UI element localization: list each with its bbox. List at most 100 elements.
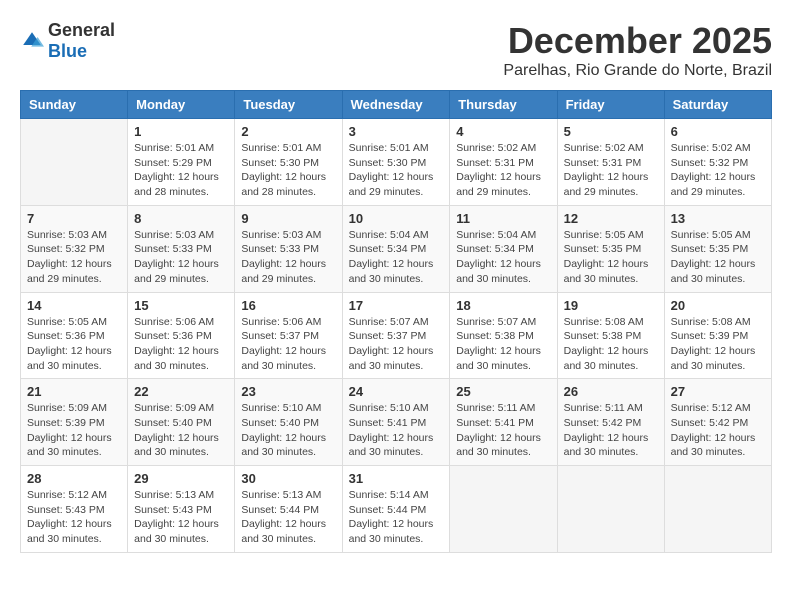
calendar-cell: 20 Sunrise: 5:08 AM Sunset: 5:39 PM Dayli… xyxy=(664,292,771,379)
day-info: Sunrise: 5:11 AM Sunset: 5:42 PM Dayligh… xyxy=(564,401,658,460)
calendar-body: 1Sunrise: 5:01 AM Sunset: 5:29 PM Daylig… xyxy=(21,119,772,553)
day-number: 7 xyxy=(27,211,121,226)
calendar-cell: 10 Sunrise: 5:04 AM Sunset: 5:34 PM Dayli… xyxy=(342,205,450,292)
day-info: Sunrise: 5:09 AM Sunset: 5:40 PM Dayligh… xyxy=(134,401,228,460)
calendar-cell: 27Sunrise: 5:12 AM Sunset: 5:42 PM Dayli… xyxy=(664,379,771,466)
calendar-cell: 18Sunrise: 5:07 AM Sunset: 5:38 PM Dayli… xyxy=(450,292,557,379)
calendar-table: SundayMondayTuesdayWednesdayThursdayFrid… xyxy=(20,90,772,553)
calendar-week-5: 28Sunrise: 5:12 AM Sunset: 5:43 PM Dayli… xyxy=(21,466,772,553)
day-number: 20 xyxy=(671,298,765,313)
day-info: Sunrise: 5:12 AM Sunset: 5:42 PM Dayligh… xyxy=(671,401,765,460)
calendar-cell: 6 Sunrise: 5:02 AM Sunset: 5:32 PM Daylig… xyxy=(664,119,771,206)
calendar-cell: 26 Sunrise: 5:11 AM Sunset: 5:42 PM Dayli… xyxy=(557,379,664,466)
day-number: 25 xyxy=(456,384,550,399)
calendar-cell: 22 Sunrise: 5:09 AM Sunset: 5:40 PM Dayli… xyxy=(128,379,235,466)
day-info: Sunrise: 5:02 AM Sunset: 5:32 PM Dayligh… xyxy=(671,141,765,200)
day-info: Sunrise: 5:10 AM Sunset: 5:41 PM Dayligh… xyxy=(349,401,444,460)
day-number: 6 xyxy=(671,124,765,139)
weekday-header-saturday: Saturday xyxy=(664,91,771,119)
logo-icon xyxy=(20,29,44,53)
day-number: 9 xyxy=(241,211,335,226)
weekday-header-thursday: Thursday xyxy=(450,91,557,119)
calendar-cell: 25 Sunrise: 5:11 AM Sunset: 5:41 PM Dayli… xyxy=(450,379,557,466)
day-info: Sunrise: 5:10 AM Sunset: 5:40 PM Dayligh… xyxy=(241,401,335,460)
calendar-cell: 28Sunrise: 5:12 AM Sunset: 5:43 PM Dayli… xyxy=(21,466,128,553)
calendar-cell xyxy=(450,466,557,553)
calendar-cell: 2 Sunrise: 5:01 AM Sunset: 5:30 PM Daylig… xyxy=(235,119,342,206)
weekday-header-sunday: Sunday xyxy=(21,91,128,119)
location-title: Parelhas, Rio Grande do Norte, Brazil xyxy=(503,62,772,80)
day-number: 13 xyxy=(671,211,765,226)
calendar-cell: 7 Sunrise: 5:03 AM Sunset: 5:32 PM Daylig… xyxy=(21,205,128,292)
calendar-cell: 31Sunrise: 5:14 AM Sunset: 5:44 PM Dayli… xyxy=(342,466,450,553)
weekday-header-monday: Monday xyxy=(128,91,235,119)
day-info: Sunrise: 5:03 AM Sunset: 5:33 PM Dayligh… xyxy=(134,228,228,287)
day-info: Sunrise: 5:01 AM Sunset: 5:30 PM Dayligh… xyxy=(349,141,444,200)
day-info: Sunrise: 5:01 AM Sunset: 5:30 PM Dayligh… xyxy=(241,141,335,200)
day-number: 5 xyxy=(564,124,658,139)
page-header: General Blue December 2025 Parelhas, Rio… xyxy=(20,20,772,80)
day-number: 19 xyxy=(564,298,658,313)
calendar-cell: 3 Sunrise: 5:01 AM Sunset: 5:30 PM Daylig… xyxy=(342,119,450,206)
calendar-cell: 16 Sunrise: 5:06 AM Sunset: 5:37 PM Dayli… xyxy=(235,292,342,379)
calendar-cell: 14Sunrise: 5:05 AM Sunset: 5:36 PM Dayli… xyxy=(21,292,128,379)
logo-general: General xyxy=(48,20,115,40)
calendar-cell: 23 Sunrise: 5:10 AM Sunset: 5:40 PM Dayli… xyxy=(235,379,342,466)
calendar-cell: 19 Sunrise: 5:08 AM Sunset: 5:38 PM Dayli… xyxy=(557,292,664,379)
day-number: 26 xyxy=(564,384,658,399)
calendar-cell xyxy=(664,466,771,553)
day-number: 31 xyxy=(349,471,444,486)
day-info: Sunrise: 5:13 AM Sunset: 5:44 PM Dayligh… xyxy=(241,488,335,547)
day-info: Sunrise: 5:13 AM Sunset: 5:43 PM Dayligh… xyxy=(134,488,228,547)
day-info: Sunrise: 5:09 AM Sunset: 5:39 PM Dayligh… xyxy=(27,401,121,460)
weekday-header-tuesday: Tuesday xyxy=(235,91,342,119)
day-number: 10 xyxy=(349,211,444,226)
day-number: 23 xyxy=(241,384,335,399)
day-number: 22 xyxy=(134,384,228,399)
calendar-cell: 30Sunrise: 5:13 AM Sunset: 5:44 PM Dayli… xyxy=(235,466,342,553)
calendar-cell: 5 Sunrise: 5:02 AM Sunset: 5:31 PM Daylig… xyxy=(557,119,664,206)
calendar-cell xyxy=(21,119,128,206)
day-number: 11 xyxy=(456,211,550,226)
day-info: Sunrise: 5:02 AM Sunset: 5:31 PM Dayligh… xyxy=(564,141,658,200)
calendar-cell: 21 Sunrise: 5:09 AM Sunset: 5:39 PM Dayli… xyxy=(21,379,128,466)
calendar-cell: 29Sunrise: 5:13 AM Sunset: 5:43 PM Dayli… xyxy=(128,466,235,553)
day-number: 8 xyxy=(134,211,228,226)
day-info: Sunrise: 5:05 AM Sunset: 5:35 PM Dayligh… xyxy=(671,228,765,287)
weekday-header-wednesday: Wednesday xyxy=(342,91,450,119)
day-number: 21 xyxy=(27,384,121,399)
calendar-cell: 17Sunrise: 5:07 AM Sunset: 5:37 PM Dayli… xyxy=(342,292,450,379)
day-number: 16 xyxy=(241,298,335,313)
day-number: 28 xyxy=(27,471,121,486)
day-info: Sunrise: 5:03 AM Sunset: 5:32 PM Dayligh… xyxy=(27,228,121,287)
calendar-cell: 13 Sunrise: 5:05 AM Sunset: 5:35 PM Dayli… xyxy=(664,205,771,292)
day-number: 3 xyxy=(349,124,444,139)
calendar-week-1: 1Sunrise: 5:01 AM Sunset: 5:29 PM Daylig… xyxy=(21,119,772,206)
day-info: Sunrise: 5:05 AM Sunset: 5:36 PM Dayligh… xyxy=(27,315,121,374)
day-number: 2 xyxy=(241,124,335,139)
day-info: Sunrise: 5:08 AM Sunset: 5:38 PM Dayligh… xyxy=(564,315,658,374)
logo: General Blue xyxy=(20,20,115,62)
calendar-cell: 15Sunrise: 5:06 AM Sunset: 5:36 PM Dayli… xyxy=(128,292,235,379)
day-info: Sunrise: 5:07 AM Sunset: 5:38 PM Dayligh… xyxy=(456,315,550,374)
calendar-cell: 4Sunrise: 5:02 AM Sunset: 5:31 PM Daylig… xyxy=(450,119,557,206)
day-info: Sunrise: 5:06 AM Sunset: 5:37 PM Dayligh… xyxy=(241,315,335,374)
day-info: Sunrise: 5:06 AM Sunset: 5:36 PM Dayligh… xyxy=(134,315,228,374)
day-info: Sunrise: 5:05 AM Sunset: 5:35 PM Dayligh… xyxy=(564,228,658,287)
day-info: Sunrise: 5:08 AM Sunset: 5:39 PM Dayligh… xyxy=(671,315,765,374)
calendar-cell: 9 Sunrise: 5:03 AM Sunset: 5:33 PM Daylig… xyxy=(235,205,342,292)
title-section: December 2025 Parelhas, Rio Grande do No… xyxy=(503,20,772,80)
weekday-header-friday: Friday xyxy=(557,91,664,119)
day-info: Sunrise: 5:03 AM Sunset: 5:33 PM Dayligh… xyxy=(241,228,335,287)
day-info: Sunrise: 5:04 AM Sunset: 5:34 PM Dayligh… xyxy=(456,228,550,287)
calendar-cell: 8 Sunrise: 5:03 AM Sunset: 5:33 PM Daylig… xyxy=(128,205,235,292)
logo-blue: Blue xyxy=(48,41,87,61)
calendar-cell xyxy=(557,466,664,553)
weekday-header-row: SundayMondayTuesdayWednesdayThursdayFrid… xyxy=(21,91,772,119)
day-number: 24 xyxy=(349,384,444,399)
calendar-week-2: 7 Sunrise: 5:03 AM Sunset: 5:32 PM Daylig… xyxy=(21,205,772,292)
calendar-cell: 11 Sunrise: 5:04 AM Sunset: 5:34 PM Dayli… xyxy=(450,205,557,292)
day-info: Sunrise: 5:04 AM Sunset: 5:34 PM Dayligh… xyxy=(349,228,444,287)
day-info: Sunrise: 5:02 AM Sunset: 5:31 PM Dayligh… xyxy=(456,141,550,200)
day-info: Sunrise: 5:11 AM Sunset: 5:41 PM Dayligh… xyxy=(456,401,550,460)
